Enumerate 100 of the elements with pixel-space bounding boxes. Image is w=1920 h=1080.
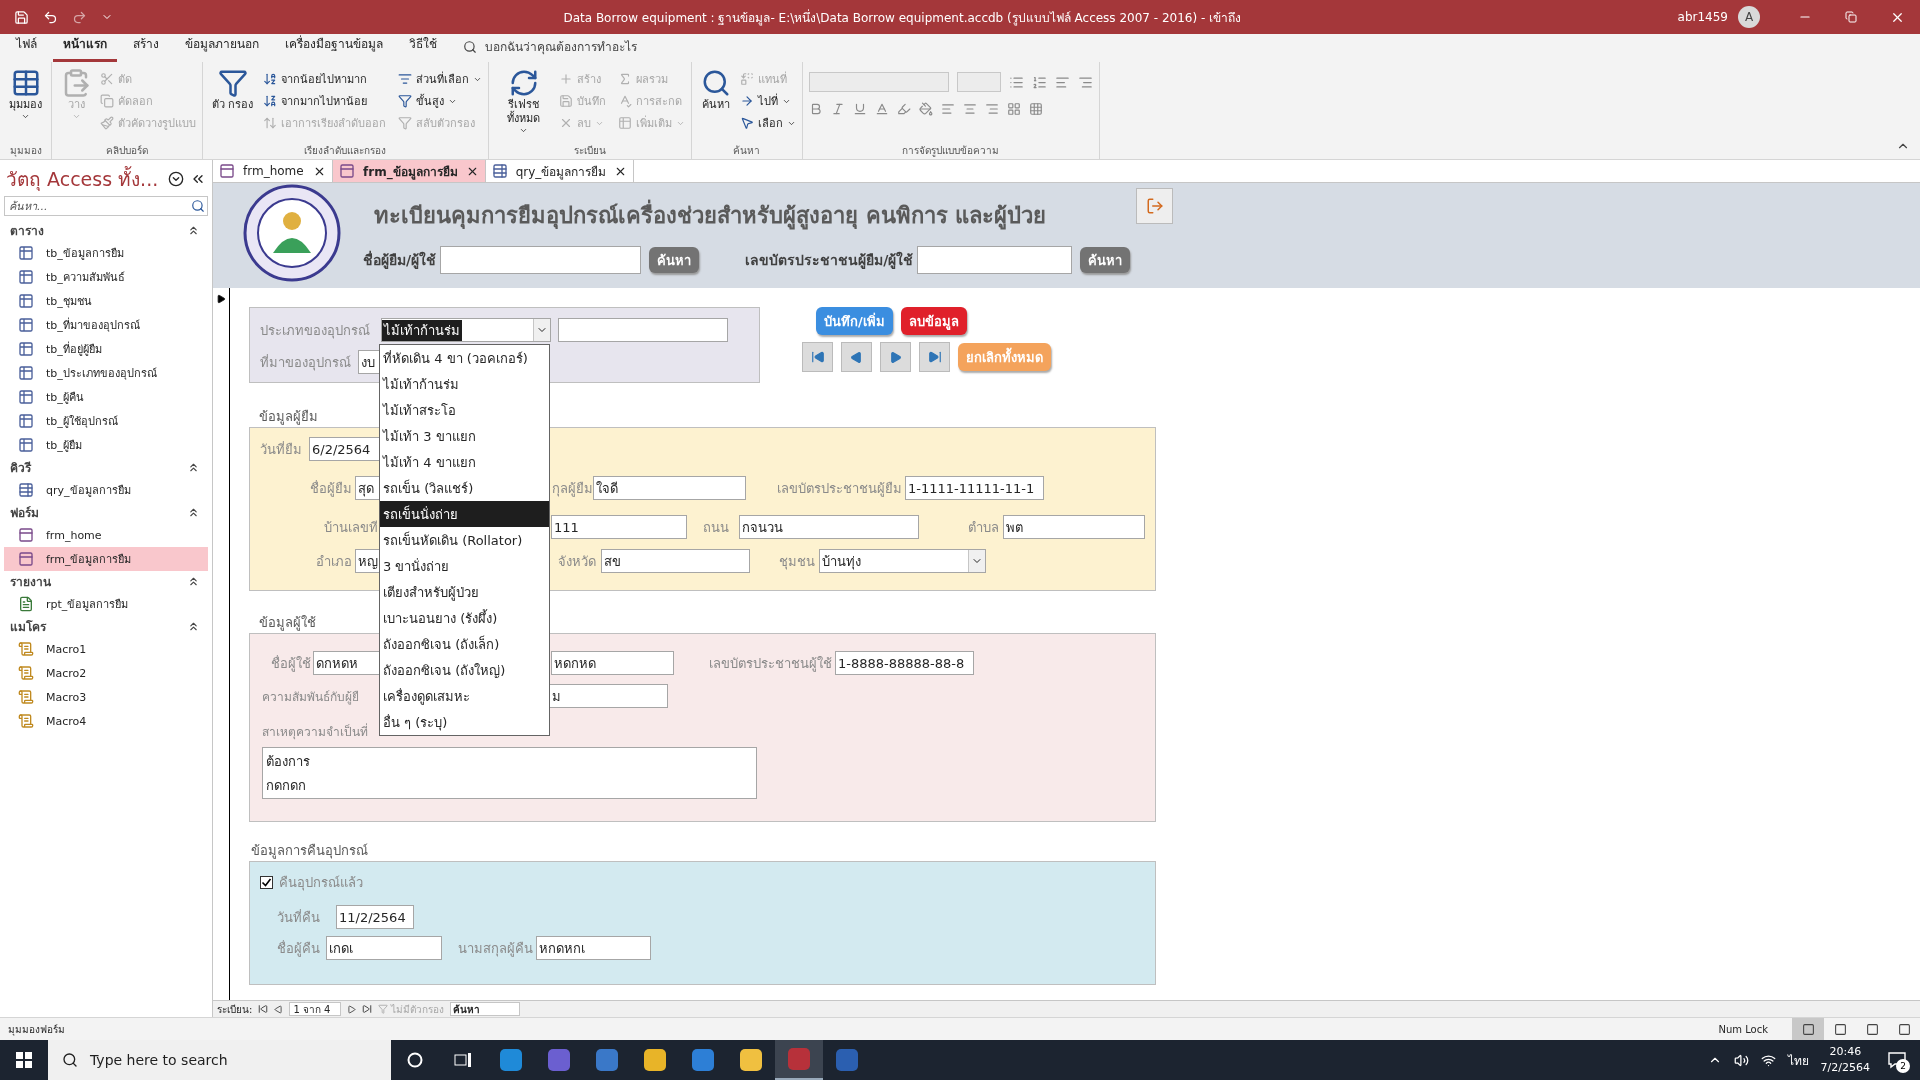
nav-item[interactable]: tb_ความสัมพันธ์ <box>4 265 208 289</box>
nav-item[interactable]: rpt_ข้อมูลการยืม <box>4 592 208 616</box>
undo-icon[interactable] <box>43 9 58 25</box>
nav-item[interactable]: tb_ผู้คืน <box>4 385 208 409</box>
ribbon-button[interactable]: ค้นหา <box>697 64 734 116</box>
nav-item[interactable]: Macro3 <box>4 685 208 709</box>
first-record-icon[interactable] <box>258 1004 269 1014</box>
user-name: abr1459 <box>1677 10 1728 24</box>
text-field[interactable]: 1-1111-11111-11-1 <box>905 476 1044 500</box>
ribbon-tab[interactable]: ไฟล์ <box>6 34 47 62</box>
dropdown-option[interactable]: รถเข็นนั่งถ่าย <box>380 501 549 527</box>
nav-item[interactable]: tb_ชุมชน <box>4 289 208 313</box>
community-combo[interactable]: บ้านทุ่ง <box>819 549 986 573</box>
search-button[interactable]: ค้นหา <box>1080 247 1131 273</box>
ribbon-button[interactable]: จากมากไปหาน้อย <box>262 90 386 112</box>
text-field[interactable]: พต <box>1003 515 1145 539</box>
last-record-button[interactable] <box>919 342 950 372</box>
previous-record-icon[interactable] <box>274 1004 284 1014</box>
record-position-field[interactable]: 1 จาก 4 <box>289 1002 342 1016</box>
ribbon-button[interactable]: เลือก <box>739 112 796 134</box>
search-icon <box>191 199 205 213</box>
search-field[interactable] <box>440 246 642 274</box>
previous-record-button[interactable] <box>841 342 872 372</box>
text-field[interactable]: 1-8888-88888-88-8 <box>835 651 974 675</box>
text-field[interactable]: สข <box>601 549 750 573</box>
ribbon-button[interactable]: ตัว กรอง <box>209 64 257 116</box>
search-icon <box>62 1052 78 1068</box>
text-field[interactable]: กจนวน <box>739 515 919 539</box>
wifi-icon[interactable] <box>1760 1052 1776 1068</box>
nav-item[interactable]: frm_home <box>4 523 208 547</box>
reason-text-area[interactable]: ต้องการ กดกดก <box>262 747 757 799</box>
taskbar-search-field[interactable]: Type here to search <box>48 1040 391 1080</box>
nav-item[interactable]: tb_ผู้ยืม <box>4 433 208 457</box>
text-field[interactable]: ดกหดห <box>313 651 380 675</box>
equipment-type-combo[interactable]: ไม้เท้าก้านร่ม <box>381 318 551 342</box>
ribbon-button[interactable]: จากน้อยไปหามาก <box>262 68 386 90</box>
record-label: ระเบียน: <box>217 1002 253 1017</box>
text-field[interactable]: เกดเ <box>326 936 442 960</box>
redo-icon[interactable] <box>72 9 87 25</box>
search-field[interactable]: ค้นหา... <box>4 196 208 216</box>
text-field[interactable]: ใจดี <box>593 476 746 500</box>
clock[interactable]: 20:46 7/2/2564 <box>1820 1044 1870 1076</box>
nav-item[interactable]: tb_ประเภทของอุปกรณ์ <box>4 361 208 385</box>
ribbon-button[interactable]: ไปที่ <box>739 90 796 112</box>
field-label: ที่มาของอุปกรณ์ <box>260 353 352 373</box>
text-field[interactable]: หกดหกเ <box>536 936 651 960</box>
ribbon-tab[interactable]: วิธีใช้ <box>399 34 447 62</box>
language-indicator[interactable]: ไทย <box>1787 1050 1809 1070</box>
returned-checkbox[interactable] <box>260 875 273 889</box>
text-field[interactable]: งบ <box>358 350 380 374</box>
nav-item[interactable]: tb_ที่มาของอุปกรณ์ <box>4 313 208 337</box>
taskbar-app[interactable] <box>775 1040 823 1080</box>
next-record-icon[interactable] <box>347 1004 357 1014</box>
ribbon-button[interactable]: ขั้นสูง <box>397 90 482 112</box>
next-record-button[interactable] <box>880 342 911 372</box>
nav-item[interactable]: frm_ข้อมูลการยืม <box>4 547 208 571</box>
tell-me-field[interactable]: บอกฉันว่าคุณต้องการทำอะไร <box>453 37 647 62</box>
text-field[interactable] <box>558 318 728 342</box>
record-search-field[interactable]: ค้นหา <box>450 1002 521 1016</box>
nav-item[interactable]: tb_ที่อยู่ผู้ยืม <box>4 337 208 361</box>
document-tab[interactable]: frm_ข้อมูลการยืม <box>333 160 486 182</box>
nav-group-header[interactable]: รายงาน <box>0 571 212 592</box>
nav-group-header[interactable]: คิวรี <box>0 457 212 478</box>
nav-item[interactable]: tb_ข้อมูลการยืม <box>4 241 208 265</box>
nav-item[interactable]: Macro2 <box>4 661 208 685</box>
delete-button[interactable]: ลบข้อมูล <box>900 307 967 335</box>
text-field[interactable]: หดกหด <box>551 651 674 675</box>
search-field[interactable] <box>917 246 1073 274</box>
nav-group-header[interactable]: แมโคร <box>0 616 212 637</box>
last-record-icon[interactable] <box>362 1004 373 1014</box>
text-field[interactable]: 111 <box>551 515 687 539</box>
speaker-icon[interactable] <box>1733 1052 1749 1068</box>
nav-item[interactable]: tb_ผู้ใช้อุปกรณ์ <box>4 409 208 433</box>
first-record-button[interactable] <box>802 342 833 372</box>
nav-group-header[interactable]: ตาราง <box>0 220 212 241</box>
search-button[interactable]: ค้นหา <box>649 247 700 273</box>
ribbon-button[interactable]: ส่วนที่เลือก <box>397 68 482 90</box>
nav-item[interactable]: Macro4 <box>4 709 208 733</box>
ribbon-tab[interactable]: สร้าง <box>123 34 169 62</box>
ribbon-button[interactable]: รีเฟรช ทั้งหมด <box>494 64 553 139</box>
save-icon[interactable] <box>14 9 29 25</box>
dropdown-icon[interactable] <box>168 171 184 187</box>
nav-item[interactable]: qry_ข้อมูลการยืม <box>4 478 208 502</box>
ribbon-tab[interactable]: เครื่องมือฐานข้อมูล <box>275 34 393 62</box>
view-switch-icon[interactable] <box>1792 1018 1824 1040</box>
exit-button[interactable] <box>1136 188 1174 224</box>
nav-pane-title[interactable]: วัตถุ Access ทั้ง... <box>6 164 162 194</box>
field-label: วันที่คืน <box>277 908 321 927</box>
font-color-icon <box>874 102 889 116</box>
nav-group-header[interactable]: ฟอร์ม <box>0 502 212 523</box>
text-field[interactable]: ม <box>549 684 668 708</box>
notification-icon[interactable]: 2 <box>1882 1045 1912 1075</box>
nav-item[interactable]: Macro1 <box>4 637 208 661</box>
date-field[interactable]: 6/2/2564 <box>309 437 380 461</box>
text-field[interactable]: สุด <box>355 476 380 500</box>
avatar[interactable]: A <box>1738 6 1760 28</box>
date-field[interactable]: 11/2/2564 <box>336 905 414 929</box>
text-field[interactable]: หญ <box>355 549 380 573</box>
ribbon-button[interactable]: มุมมอง <box>6 64 45 125</box>
ribbon-tab[interactable]: ข้อมูลภายนอก <box>175 34 269 62</box>
